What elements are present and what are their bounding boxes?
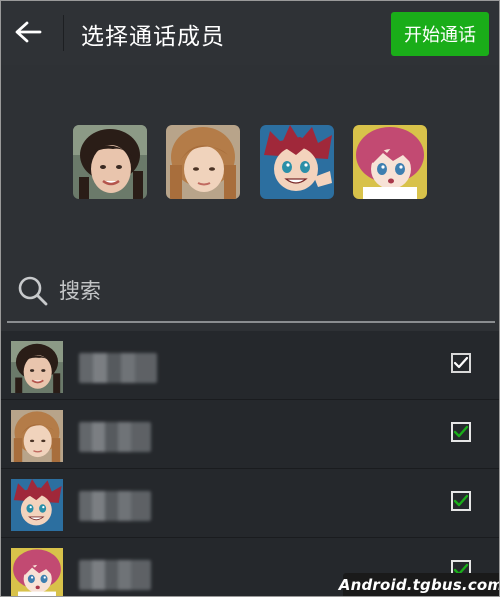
- checkbox[interactable]: [451, 353, 471, 373]
- arrow-left-icon: [15, 21, 42, 43]
- contact-list: [1, 331, 499, 596]
- checkbox[interactable]: [451, 491, 471, 511]
- avatar: [11, 548, 63, 596]
- selected-members: [1, 65, 499, 261]
- list-item[interactable]: [1, 400, 499, 469]
- selected-avatar-anime-girl[interactable]: [353, 125, 427, 199]
- avatar: [166, 125, 240, 199]
- contact-name-blurred: [79, 422, 151, 452]
- start-call-button[interactable]: 开始通话: [391, 12, 489, 56]
- page-title: 选择通话成员: [81, 24, 225, 50]
- contact-name-blurred: [79, 491, 151, 521]
- checkmark-icon: [453, 356, 469, 369]
- top-bar: 选择通话成员 开始通话: [1, 1, 499, 65]
- header-divider: [63, 15, 64, 51]
- avatar: [11, 479, 63, 531]
- search-underline: [7, 321, 495, 323]
- avatar: [11, 410, 63, 462]
- checkmark-icon: [453, 425, 469, 438]
- list-item[interactable]: [1, 331, 499, 400]
- app-screen: 选择通话成员 开始通话 搜索 Android.tgbus.com: [0, 0, 500, 597]
- avatar: [73, 125, 147, 199]
- checkbox[interactable]: [451, 422, 471, 442]
- contact-name-blurred: [79, 353, 157, 383]
- checkmark-icon: [453, 494, 469, 507]
- search-bar: [1, 263, 499, 321]
- avatar: [11, 341, 63, 393]
- selected-avatar-girl-1[interactable]: [73, 125, 147, 199]
- search-input[interactable]: [59, 273, 479, 309]
- avatar: [260, 125, 334, 199]
- list-item[interactable]: [1, 469, 499, 538]
- watermark: Android.tgbus.com: [339, 573, 499, 596]
- contact-name-blurred: [79, 560, 151, 590]
- back-button[interactable]: [11, 15, 45, 49]
- search-icon: [17, 275, 49, 307]
- selected-avatar-anime-boy[interactable]: [260, 125, 334, 199]
- selected-avatar-girl-2[interactable]: [166, 125, 240, 199]
- avatar: [353, 125, 427, 199]
